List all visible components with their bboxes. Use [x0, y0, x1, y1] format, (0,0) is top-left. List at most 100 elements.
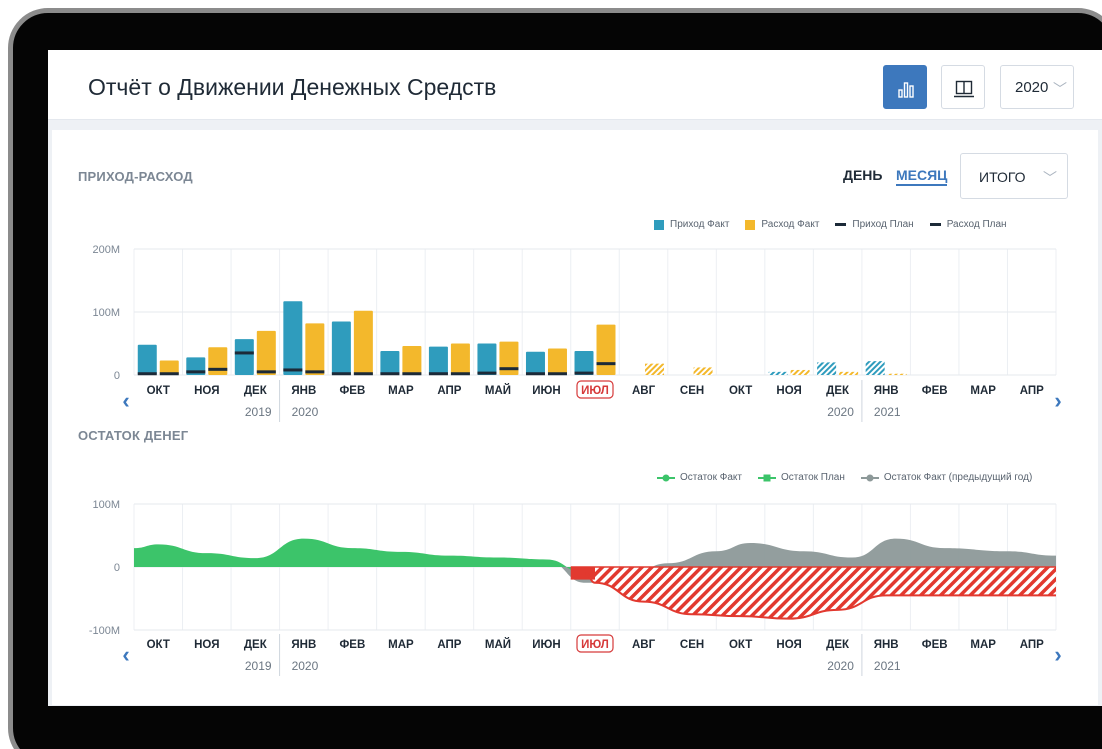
income-y-tick-label: 0 [114, 370, 120, 382]
expense-plan-marker [159, 372, 179, 376]
expense-fact-bar [402, 346, 422, 375]
balance-x-tick-label: ЯНВ [291, 639, 316, 651]
income-x-tick-label: ЯНВ [291, 385, 316, 397]
expense-fact-bar [353, 310, 373, 375]
balance-x-tick-label: МАР [970, 639, 996, 651]
balance-x-tick-label: НОЯ [194, 639, 219, 651]
balance-fact-area [134, 538, 586, 574]
income-x-tick-label: МАЙ [485, 384, 511, 397]
income-x-tick-label: ИЮН [532, 385, 560, 397]
income-fact-bar [234, 339, 254, 375]
income-x-tick-label: АВГ [632, 385, 656, 397]
income-x-tick-label: ДЕК [826, 385, 850, 397]
balance-y-tick-label: 0 [114, 562, 120, 574]
expense-plan-marker [305, 370, 325, 374]
chevron-left-icon[interactable]: ‹ [122, 388, 129, 413]
income-fact-bar [525, 351, 545, 375]
income-forecast-bar [817, 362, 837, 375]
income-x-tick-label: НОЯ [776, 385, 801, 397]
expense-fact-bar [596, 324, 616, 375]
expense-forecast-bar [839, 371, 859, 375]
balance-year-label: 2020 [292, 659, 319, 673]
expense-plan-marker [450, 372, 470, 376]
income-fact-bar [137, 344, 157, 375]
chevron-right-icon[interactable]: › [1054, 388, 1061, 413]
income-fact-bar [380, 351, 400, 375]
expense-plan-marker [256, 370, 276, 374]
expense-fact-bar [305, 323, 325, 375]
income-plan-marker [428, 372, 448, 376]
income-x-tick-label: АПР [437, 385, 461, 397]
expense-plan-marker [499, 367, 519, 371]
income-plan-marker [574, 371, 594, 375]
expense-plan-marker [208, 367, 228, 371]
balance-year-label: 2020 [827, 659, 854, 673]
income-year-label: 2021 [874, 405, 901, 419]
income-plan-marker [525, 372, 545, 376]
income-x-tick-label: ДЕК [244, 385, 268, 397]
income-plan-marker [477, 371, 497, 375]
balance-x-tick-label: СЕН [680, 639, 704, 651]
income-x-tick-label: СЕН [680, 385, 704, 397]
expense-fact-bar [547, 348, 567, 375]
expense-plan-marker [596, 362, 616, 366]
balance-y-tick-label: -100M [89, 625, 120, 637]
balance-x-tick-label: МАЙ [485, 638, 511, 651]
app-screen: Отчёт о Движении Денежных Средств 2020 ﹀… [48, 50, 1102, 706]
income-x-tick-label: ОКТ [729, 385, 752, 397]
income-y-tick-label: 200M [92, 244, 120, 256]
balance-x-tick-label: ЯНВ [874, 639, 899, 651]
income-x-tick-label: МАР [388, 385, 414, 397]
balance-y-tick-label: 100M [92, 499, 120, 511]
income-plan-marker [380, 372, 400, 376]
expense-plan-marker [402, 372, 422, 376]
income-plan-marker [283, 368, 303, 372]
income-fact-bar [331, 321, 351, 375]
income-plan-marker [331, 372, 351, 376]
income-x-tick-label: ОКТ [147, 385, 170, 397]
income-forecast-bar [865, 361, 885, 375]
balance-current-month-area [570, 567, 595, 580]
income-plan-marker [186, 370, 206, 374]
expense-forecast-bar [887, 373, 907, 375]
expense-plan-marker [353, 372, 373, 376]
income-fact-bar [574, 351, 594, 375]
income-fact-bar [428, 346, 448, 375]
balance-x-tick-label: ФЕВ [339, 639, 365, 651]
expense-fact-bar [256, 330, 276, 375]
expense-forecast-bar [645, 363, 665, 375]
income-fact-bar [283, 301, 303, 375]
expense-fact-bar [450, 343, 470, 375]
balance-x-tick-label: ДЕК [244, 639, 268, 651]
income-x-tick-label: АПР [1020, 385, 1044, 397]
balance-x-tick-label: АПР [437, 639, 461, 651]
balance-x-tick-label: АПР [1020, 639, 1044, 651]
balance-x-tick-label: ДЕК [826, 639, 850, 651]
expense-forecast-bar [790, 369, 810, 375]
income-plan-marker [137, 372, 157, 376]
balance-x-tick-label: МАР [388, 639, 414, 651]
income-fact-bar [477, 343, 497, 375]
balance-x-tick-label: ИЮЛ [581, 639, 609, 651]
income-x-tick-label: НОЯ [194, 385, 219, 397]
charts-canvas: 200M 100M 0 ОКТ НОЯ ДЕК ЯНВ ФЕВ МАР АПР МАЙ ИЮН ИЮЛ А… [89, 244, 1062, 676]
income-forecast-bar [768, 371, 788, 375]
chevron-right-icon[interactable]: › [1054, 642, 1061, 667]
income-plan-marker [234, 351, 254, 355]
income-x-tick-label: ЯНВ [874, 385, 899, 397]
balance-x-tick-label: ФЕВ [922, 639, 948, 651]
expense-plan-marker [547, 372, 567, 376]
income-y-tick-label: 100M [92, 307, 120, 319]
income-x-tick-label: ФЕВ [922, 385, 948, 397]
income-x-tick-label: ФЕВ [339, 385, 365, 397]
balance-x-tick-label: АВГ [632, 639, 656, 651]
chevron-left-icon[interactable]: ‹ [122, 642, 129, 667]
income-x-tick-label: ИЮЛ [581, 385, 609, 397]
income-x-tick-label: МАР [970, 385, 996, 397]
balance-year-label: 2019 [245, 659, 272, 673]
income-year-label: 2020 [827, 405, 854, 419]
expense-forecast-bar [693, 367, 713, 375]
balance-plan-area [585, 567, 1056, 619]
expense-fact-bar [208, 347, 228, 375]
balance-x-tick-label: ИЮН [532, 639, 560, 651]
